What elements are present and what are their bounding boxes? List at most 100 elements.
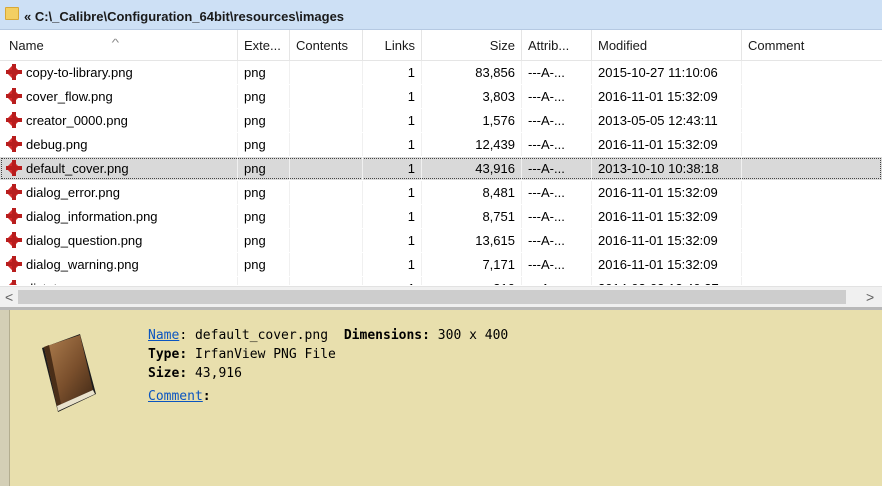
column-header-comment[interactable]: Comment [742,30,882,60]
cell-contents [290,157,363,180]
cell-modified: 2016-11-01 15:32:09 [592,133,742,156]
cell-text: 2014-03-03 12:40:37 [598,281,719,285]
png-file-icon [5,232,22,248]
cell-links: 1 [363,157,422,180]
scroll-left-arrow[interactable]: < [5,289,13,305]
cell-modified: 2016-11-01 15:32:09 [592,205,742,228]
cell-text: 1 [407,89,415,104]
horizontal-scrollbar[interactable]: < > [0,286,882,307]
cell-links: 1 [363,85,422,108]
cell-attrib: ---A-... [522,61,592,84]
column-header-contents[interactable]: Contents [290,30,363,60]
cell-name: default_cover.png [0,157,238,180]
table-row[interactable]: dialog_warning.png png 1 7,171 ---A-... 2016-… [0,253,882,276]
cell-text: 1 [407,185,415,200]
sort-ascending-icon: ^ [111,38,120,49]
cell-comment [742,253,882,276]
table-row[interactable]: debug.png png 1 12,439 ---A-... 2016-11-01 15… [0,133,882,156]
table-row[interactable]: default_cover.png png 1 43,916 ---A-... 2013-… [0,157,882,180]
cell-text: png [244,65,266,80]
scroll-right-arrow[interactable]: > [866,289,874,305]
cell-attrib: ---A-... [522,133,592,156]
column-header-name[interactable]: ^ Name [0,30,238,60]
current-path[interactable]: « C:\_Calibre\Configuration_64bit\resour… [24,9,344,24]
cell-links: 1 [363,253,422,276]
cell-text: 1 [407,257,415,272]
table-row[interactable]: dialog_information.png png 1 8,751 ---A-... 2… [0,205,882,228]
cell-text: 8,481 [482,185,515,200]
scrollbar-thumb[interactable] [18,290,846,304]
cell-modified: 2014-03-03 12:40:37 [592,277,742,285]
column-header: ^ Name Exte... Contents Links Size Attri… [0,30,882,61]
column-header-attrib[interactable]: Attrib... [522,30,592,60]
table-row[interactable]: copy-to-library.png png 1 83,856 ---A-... 201… [0,61,882,84]
column-header-links[interactable]: Links [363,30,422,60]
cell-text: cover_flow.png [26,89,113,104]
cell-text: dialog_error.png [26,185,120,200]
cell-ext: png [238,85,290,108]
png-file-icon [5,64,22,80]
cell-text: ---A-... [528,113,565,128]
cell-text: 7,171 [482,257,515,272]
cell-text: png [244,137,266,152]
path-bar[interactable]: « C:\_Calibre\Configuration_64bit\resour… [0,0,882,30]
cell-text: 43,916 [475,161,515,176]
cell-links: 1 [363,133,422,156]
cell-text: 2016-11-01 15:32:09 [598,137,718,152]
column-header-modified[interactable]: Modified [592,30,742,60]
cell-text: dictator.png [26,281,93,285]
png-file-icon [5,112,22,128]
png-file-icon [5,256,22,272]
cell-contents [290,277,363,285]
png-file-icon [5,208,22,224]
cell-text: 2016-11-01 15:32:09 [598,257,718,272]
cell-links: 1 [363,205,422,228]
type-value: IrfanView PNG File [194,347,336,362]
cell-links: 1 [363,181,422,204]
cell-text: png [244,113,266,128]
type-label: Type [148,347,180,362]
cell-name: cover_flow.png [0,85,238,108]
cell-comment [742,181,882,204]
cell-text: png [244,209,266,224]
comment-link[interactable]: Comment [148,389,203,404]
cell-size: 8,751 [422,205,522,228]
cell-text: 2013-10-10 10:38:18 [598,161,719,176]
cell-attrib: ---A-... [522,229,592,252]
cell-text: ---A-... [528,209,565,224]
column-header-ext[interactable]: Exte... [238,30,290,60]
cell-text: copy-to-library.png [26,65,133,80]
cell-ext: png [238,229,290,252]
table-row[interactable]: dialog_error.png png 1 8,481 ---A-... 2016-11… [0,181,882,204]
cell-modified: 2013-10-10 10:38:18 [592,157,742,180]
cell-text: 2015-10-27 11:10:06 [598,65,718,80]
table-row[interactable]: creator_0000.png png 1 1,576 ---A-... 2013-05… [0,109,882,132]
cell-modified: 2013-05-05 12:43:11 [592,109,742,132]
name-link[interactable]: Name [148,328,179,343]
cell-text: png [244,257,266,272]
preview-pane-edge [0,310,10,486]
cell-text: 12,439 [475,137,515,152]
cell-text: ---A-... [528,281,565,285]
table-row[interactable]: cover_flow.png png 1 3,803 ---A-... 2016-11-0… [0,85,882,108]
cell-text: 1 [407,137,415,152]
cell-name: dialog_information.png [0,205,238,228]
cell-text: 310 [493,281,515,285]
cell-text: 2016-11-01 15:32:09 [598,185,718,200]
cell-text: 1 [407,233,415,248]
table-row[interactable]: dialog_question.png png 1 13,615 ---A-... 201… [0,229,882,252]
cell-size: 13,615 [422,229,522,252]
cell-text: ---A-... [528,161,565,176]
cell-text: png [244,89,266,104]
preview-pane: Name: default_cover.png Dimensions: 300 … [0,307,882,486]
cell-comment [742,277,882,285]
cell-text: 2016-11-01 15:32:09 [598,209,718,224]
cell-size: 310 [422,277,522,285]
column-header-size[interactable]: Size [422,30,522,60]
cell-size: 12,439 [422,133,522,156]
cell-text: dialog_question.png [26,233,143,248]
cell-text: png [244,281,266,285]
cell-modified: 2016-11-01 15:32:09 [592,253,742,276]
table-row[interactable]: dictator.png png 1 310 ---A-... 2014-03-03 12… [0,277,882,285]
size-label: Size [148,366,180,381]
